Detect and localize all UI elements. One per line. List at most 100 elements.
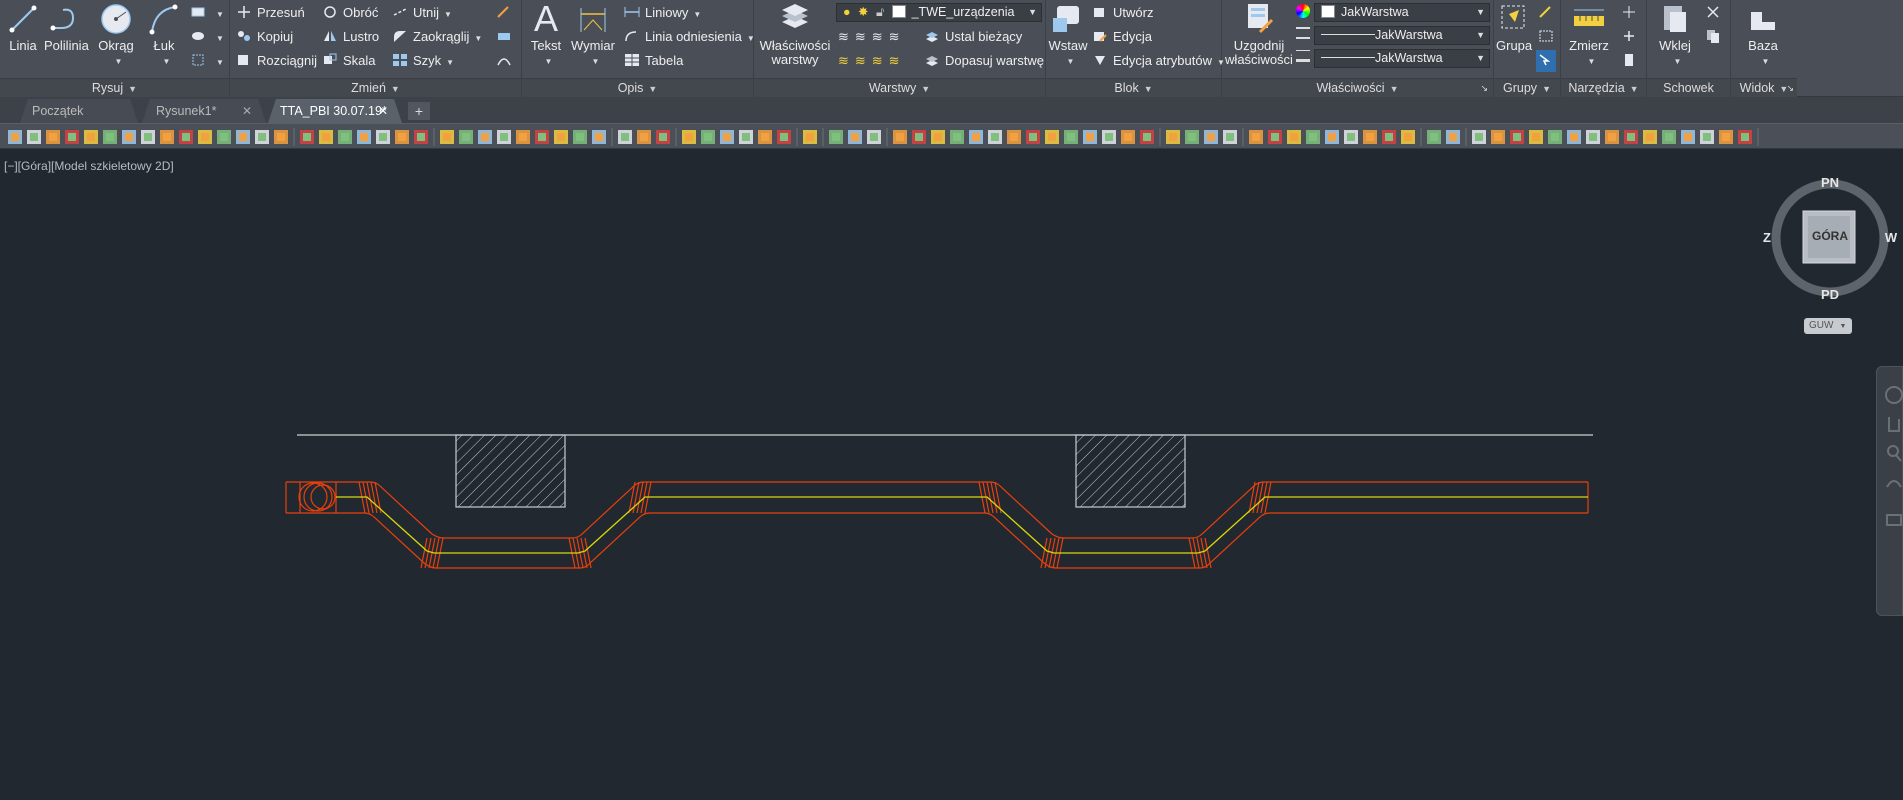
toolbar-tool-icon[interactable] — [1102, 130, 1116, 144]
ungroup-button[interactable] — [1538, 26, 1559, 48]
insert-button[interactable]: Wstaw ▼ — [1048, 2, 1088, 69]
lineweight-dropdown[interactable]: JakWarstwa ▼ — [1314, 49, 1490, 68]
toolbar-tool-icon[interactable] — [1681, 130, 1695, 144]
dialog-launcher-icon[interactable]: ↘ — [1480, 79, 1488, 97]
toolbar-tool-icon[interactable] — [459, 130, 473, 144]
copy-clip-button[interactable] — [1705, 26, 1726, 48]
toolbar-tool-icon[interactable] — [1472, 130, 1486, 144]
panel-modify-title[interactable]: Zmień ▼ — [230, 78, 521, 97]
toolbar-tool-icon[interactable] — [1446, 130, 1460, 144]
toolbar-tool-icon[interactable] — [1325, 130, 1339, 144]
panel-annotation-title[interactable]: Opis ▼ — [522, 78, 753, 97]
toolbar-tool-icon[interactable] — [1344, 130, 1358, 144]
toolbar-tool-icon[interactable] — [931, 130, 945, 144]
line-button[interactable]: Linia — [6, 2, 40, 53]
edit-block-button[interactable]: Edycja — [1092, 26, 1152, 48]
navigation-bar[interactable] — [1876, 366, 1903, 616]
toolbar-tool-icon[interactable] — [1401, 130, 1415, 144]
toolbar-tool-icon[interactable] — [103, 130, 117, 144]
panel-view-title[interactable]: Widok ▼ ↘ — [1731, 78, 1797, 97]
quick-select-button[interactable] — [1621, 2, 1642, 24]
toolbar-tool-icon[interactable] — [179, 130, 193, 144]
toolbar-tool-icon[interactable] — [414, 130, 428, 144]
toolbar-tool-icon[interactable] — [867, 130, 881, 144]
toolbar-tool-icon[interactable] — [758, 130, 772, 144]
panel-block-title[interactable]: Blok ▼ — [1046, 78, 1221, 97]
match-properties-button[interactable]: Uzgodnij właściwości — [1224, 2, 1294, 67]
explode-button[interactable] — [496, 26, 517, 48]
toolbar-tool-icon[interactable] — [1306, 130, 1320, 144]
toolbar-tool-icon[interactable] — [1185, 130, 1199, 144]
toolbar-tool-icon[interactable] — [198, 130, 212, 144]
layer-dropdown[interactable]: ● ✸ 🔓︎ _TWE_urządzenia ▼ — [836, 3, 1042, 22]
toolbar-tool-icon[interactable] — [376, 130, 390, 144]
panel-clipboard-title[interactable]: Schowek — [1647, 78, 1730, 97]
circle-button[interactable]: Okrąg ▼ — [96, 2, 136, 69]
toolbar-tool-icon[interactable] — [236, 130, 250, 144]
toolbar-tool-icon[interactable] — [1045, 130, 1059, 144]
toolbar-tool-icon[interactable] — [84, 130, 98, 144]
viewcube-north[interactable]: PN — [1820, 175, 1840, 190]
tab-tta-pbi[interactable]: TTA_PBI 30.07.19* ✕ — [268, 99, 402, 123]
linetype-dropdown[interactable]: JakWarstwa ▼ — [1314, 26, 1490, 45]
toolbar-tool-icon[interactable] — [395, 130, 409, 144]
base-button[interactable]: Baza ▼ — [1743, 2, 1783, 69]
dialog-launcher-icon[interactable]: ↘ — [1786, 79, 1794, 97]
stretch-button[interactable]: Rozciągnij — [236, 50, 317, 72]
measure-button[interactable]: Zmierz ▼ — [1565, 2, 1613, 69]
layer-tools-row-2[interactable]: ≋≋≋≋ — [838, 50, 906, 72]
toolbar-tool-icon[interactable] — [618, 130, 632, 144]
scale-button[interactable]: Skala — [322, 50, 376, 72]
match-layer-button[interactable]: Dopasuj warstwę — [924, 50, 1044, 72]
toolbar-tool-icon[interactable] — [1140, 130, 1154, 144]
toolbar-tool-icon[interactable] — [573, 130, 587, 144]
toolbar-tool-icon[interactable] — [656, 130, 670, 144]
ucs-menu-button[interactable]: GUW ▼ — [1804, 318, 1852, 334]
toolbar-tool-icon[interactable] — [27, 130, 41, 144]
toolbar-tool-icon[interactable] — [8, 130, 22, 144]
toolbar-tool-icon[interactable] — [829, 130, 843, 144]
cut-button[interactable] — [1705, 2, 1726, 24]
toolbar-tool-icon[interactable] — [1529, 130, 1543, 144]
text-button[interactable]: A Tekst ▼ — [528, 1, 564, 69]
toolbar-tool-icon[interactable] — [1567, 130, 1581, 144]
viewcube-west[interactable]: Z — [1759, 230, 1775, 245]
toolbar-tool-icon[interactable] — [1204, 130, 1218, 144]
toolbar-tool-icon[interactable] — [701, 130, 715, 144]
array-button[interactable]: Szyk ▼ — [392, 50, 454, 72]
toolbar-tool-icon[interactable] — [1223, 130, 1237, 144]
toolbar-tool-icon[interactable] — [1738, 130, 1752, 144]
toolbar-tool-icon[interactable] — [777, 130, 791, 144]
linear-dim-button[interactable]: Liniowy ▼ — [624, 2, 701, 24]
toolbar-tool-icon[interactable] — [969, 130, 983, 144]
toolbar-tool-icon[interactable] — [122, 130, 136, 144]
toolbar-tool-icon[interactable] — [1700, 130, 1714, 144]
polyline-button[interactable]: Polilinia — [44, 2, 89, 53]
leader-button[interactable]: Linia odniesienia ▼ — [624, 26, 755, 48]
toolbar-tool-icon[interactable] — [950, 130, 964, 144]
color-dropdown[interactable]: JakWarstwa ▼ — [1314, 3, 1490, 22]
toolbar-tool-icon[interactable] — [497, 130, 511, 144]
toolbar-tool-icon[interactable] — [1166, 130, 1180, 144]
mirror-button[interactable]: Lustro — [322, 26, 379, 48]
toolbar-tool-icon[interactable] — [1064, 130, 1078, 144]
toolbar-tool-icon[interactable] — [516, 130, 530, 144]
group-select-button[interactable] — [1536, 50, 1556, 72]
toolbar-tool-icon[interactable] — [1427, 130, 1441, 144]
viewcube-face[interactable]: GÓRA — [1809, 229, 1851, 243]
toolbar-tool-icon[interactable] — [1643, 130, 1657, 144]
toolbar-tool-icon[interactable] — [1083, 130, 1097, 144]
calculator-button[interactable] — [1621, 50, 1642, 72]
toolbar-tool-icon[interactable] — [1363, 130, 1377, 144]
toolbar-tool-icon[interactable] — [319, 130, 333, 144]
toolbar-tool-icon[interactable] — [535, 130, 549, 144]
toolbar-tool-icon[interactable] — [1268, 130, 1282, 144]
toolbar-tool-icon[interactable] — [357, 130, 371, 144]
toolbar-tool-icon[interactable] — [338, 130, 352, 144]
toolbar-tool-icon[interactable] — [1491, 130, 1505, 144]
viewcube-south[interactable]: PD — [1820, 287, 1840, 302]
tab-start[interactable]: Początek — [20, 99, 138, 123]
toolbar-tool-icon[interactable] — [1605, 130, 1619, 144]
fillet-button[interactable]: Zaokrąglij ▼ — [392, 26, 482, 48]
erase-button[interactable] — [496, 2, 517, 24]
